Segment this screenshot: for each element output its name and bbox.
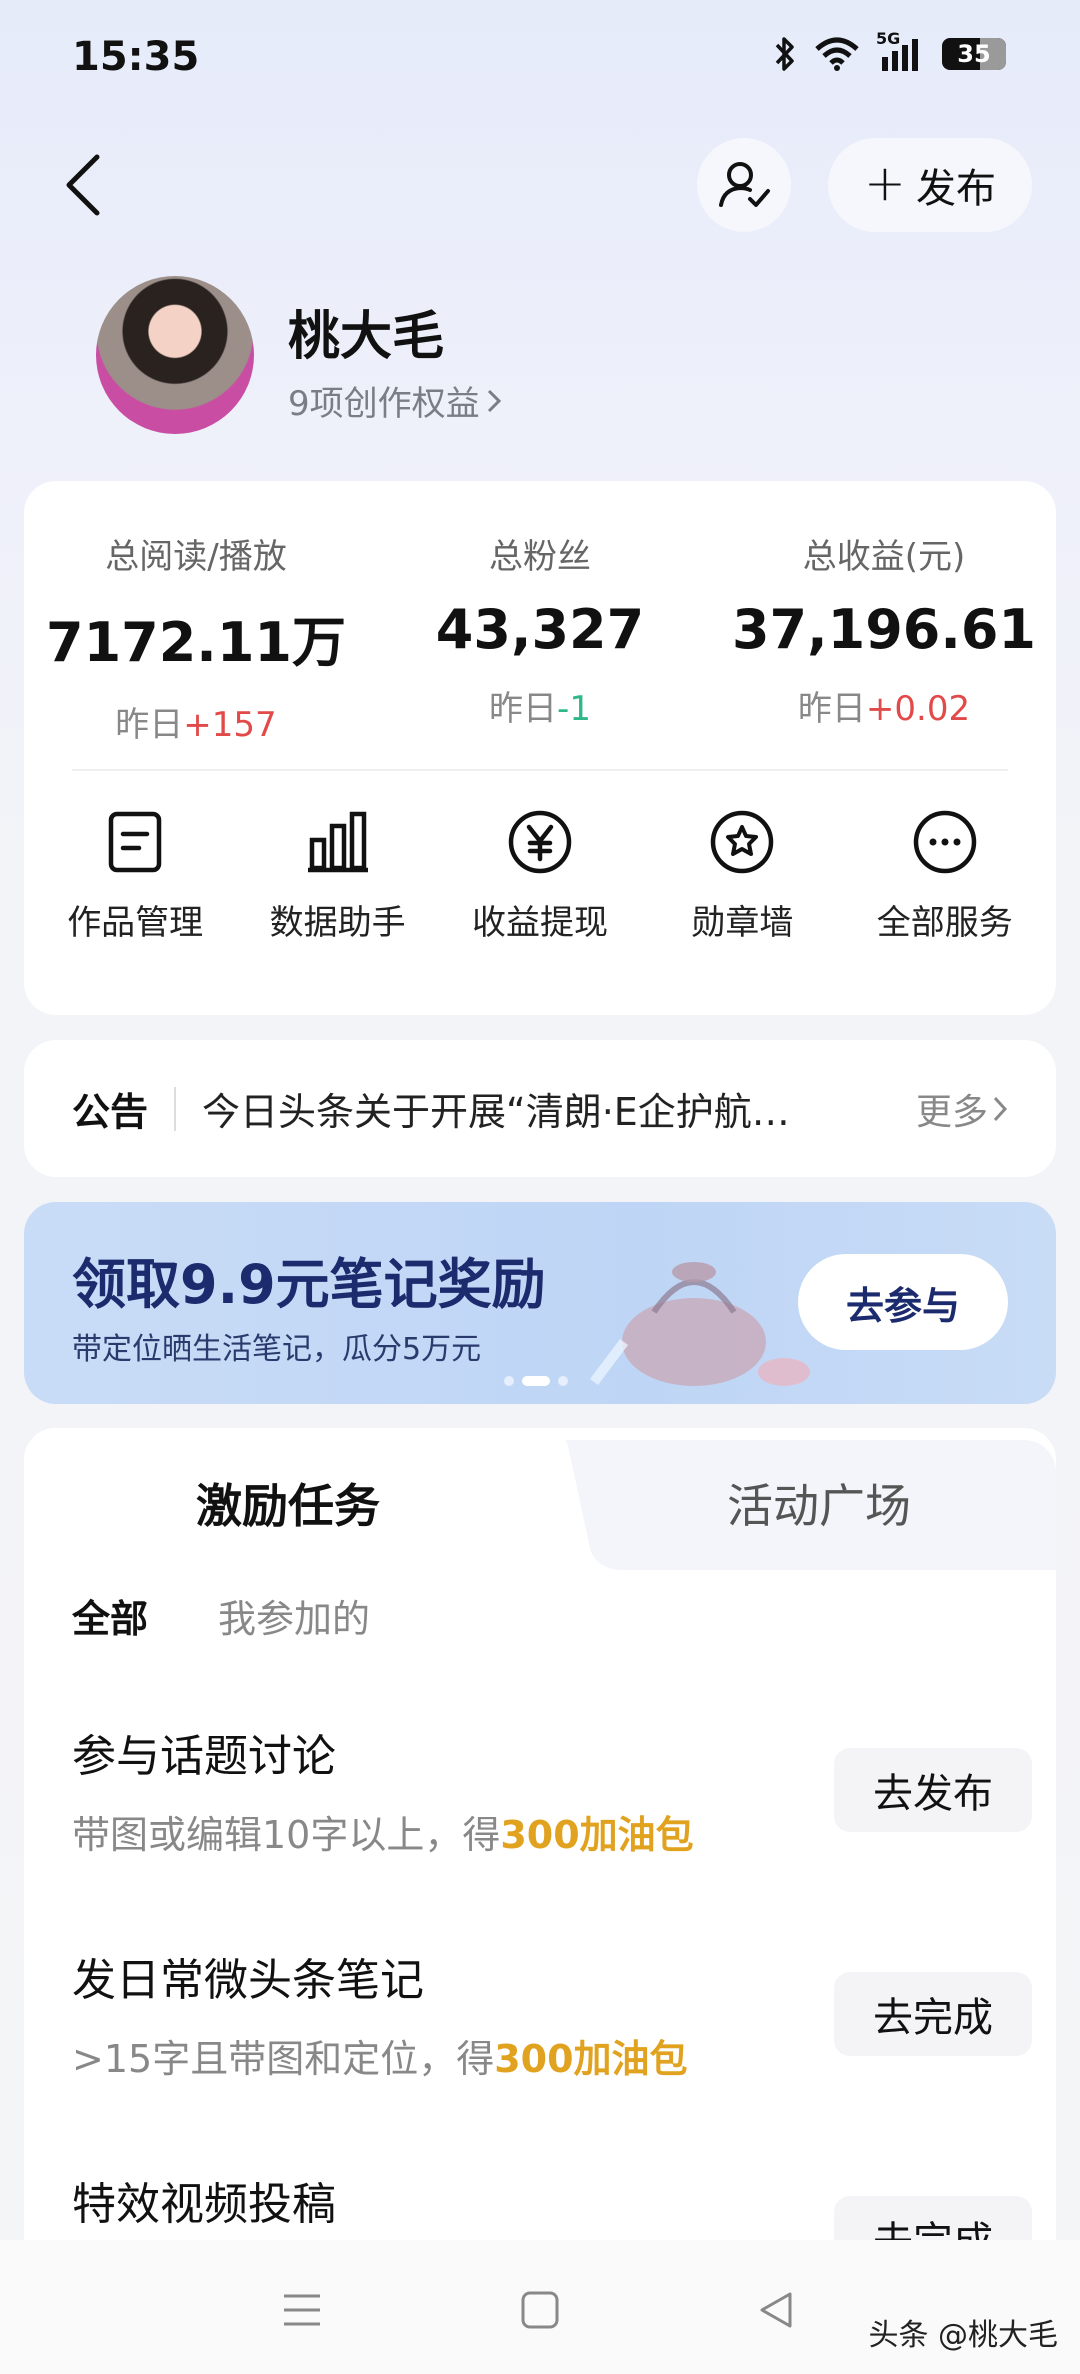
service-data-assistant[interactable]: 数据助手 [243, 807, 433, 944]
carousel-indicator [504, 1376, 568, 1386]
profile-name: 桃大毛 [288, 307, 445, 367]
user-check-icon [719, 162, 770, 207]
promo-banner[interactable]: 领取9.9元笔记奖励 带定位晒生活笔记，瓜分5万元 去参与 [24, 1202, 1056, 1404]
service-label: 数据助手 [269, 903, 406, 943]
announcement-more-link[interactable]: 更多 [916, 1083, 1008, 1135]
task-item: 发日常微头条笔记 >15字且带图和定位，得300加油包 去完成 [72, 1944, 1032, 2104]
battery-level: 35 [957, 40, 991, 68]
chevron-left-icon [66, 154, 100, 216]
yuan-icon [505, 807, 575, 877]
task-reward: 300加油包 [500, 1813, 694, 1857]
service-withdraw-earnings[interactable]: 收益提现 [445, 807, 635, 944]
more-icon [910, 807, 980, 877]
banner-subtitle: 带定位晒生活笔记，瓜分5万元 [72, 1332, 482, 1367]
carousel-dot [504, 1376, 514, 1386]
service-all-services[interactable]: 全部服务 [850, 807, 1040, 944]
creator-rights-label: 9项创作权益 [288, 384, 480, 424]
menu-nav-button[interactable] [272, 2280, 332, 2340]
service-works-management[interactable]: 作品管理 [40, 807, 230, 944]
battery-icon: 35 [942, 38, 1006, 70]
stats-card: 总阅读/播放 7172.11万 昨日+157 总粉丝 43,327 昨日-1 总… [24, 481, 1056, 1015]
avatar[interactable] [96, 276, 254, 434]
chevron-right-icon [487, 389, 501, 412]
network-type: 5G [876, 29, 901, 48]
creator-rights-link[interactable]: 9项创作权益 [288, 376, 502, 425]
stat-value: 43,327 [435, 598, 645, 661]
watermark: 头条 @桃大毛 [868, 2318, 1058, 2353]
carousel-dot [558, 1376, 568, 1386]
teapot-illustration-icon [590, 1262, 810, 1386]
badge-icon [707, 807, 777, 877]
triangle-back-icon [760, 2292, 792, 2328]
service-label: 全部服务 [876, 903, 1013, 943]
stat-delta: 昨日-1 [489, 689, 591, 729]
service-badge-wall[interactable]: 勋章墙 [647, 807, 837, 944]
stat-value: 37,196.61 [731, 598, 1037, 661]
stat-label: 总收益(元) [802, 537, 966, 577]
more-label: 更多 [915, 1091, 988, 1133]
announcement-bar[interactable]: 公告 今日头条关于开展“清朗·E企护航… 更多 [24, 1040, 1056, 1177]
task-reward: 300加油包 [494, 2037, 688, 2081]
tab-activity-plaza[interactable]: 活动广场 [727, 1470, 911, 1536]
tab-incentive-tasks[interactable]: 激励任务 [196, 1470, 380, 1536]
publish-label: 发布 [915, 166, 996, 212]
status-time: 15:35 [72, 34, 200, 80]
task-action-button[interactable]: 去发布 [834, 1748, 1032, 1832]
bar-chart-icon [303, 807, 373, 877]
filter-joined[interactable]: 我参加的 [218, 1588, 370, 1643]
divider [72, 769, 1008, 771]
menu-icon [284, 2294, 320, 2326]
divider [174, 1086, 177, 1131]
stat-total-fans[interactable]: 总粉丝 43,327 昨日-1 [368, 529, 712, 730]
square-icon [521, 2291, 559, 2329]
stat-delta: 昨日+157 [115, 705, 277, 745]
back-nav-button[interactable] [746, 2280, 806, 2340]
stat-total-earnings[interactable]: 总收益(元) 37,196.61 昨日+0.02 [712, 529, 1056, 730]
stat-value: 7172.11万 [46, 611, 346, 674]
task-action-button[interactable]: 去完成 [834, 1972, 1032, 2056]
stat-delta: 昨日+0.02 [797, 689, 971, 729]
task-item: 特效视频投稿 去完成 [72, 2168, 1032, 2248]
wifi-icon [814, 37, 860, 71]
status-icons: 5G 35 [774, 29, 1006, 72]
plus-icon: + [864, 154, 906, 212]
cellular-signal-icon: 5G [876, 29, 924, 71]
back-button[interactable] [48, 150, 118, 220]
announcement-text[interactable]: 今日头条关于开展“清朗·E企护航… [202, 1081, 842, 1136]
service-label: 作品管理 [67, 903, 204, 943]
join-button[interactable]: 去参与 [798, 1254, 1008, 1350]
stat-label: 总阅读/播放 [105, 537, 287, 577]
home-nav-button[interactable] [510, 2280, 570, 2340]
tasks-panel: 激励任务 活动广场 全部 我参加的 参与话题讨论 带图或编辑10字以上，得300… [24, 1428, 1056, 2248]
task-item: 参与话题讨论 带图或编辑10字以上，得300加油包 去发布 [72, 1720, 1032, 1880]
chevron-right-icon [993, 1096, 1008, 1121]
filter-all[interactable]: 全部 [72, 1588, 148, 1643]
services-row: 作品管理 数据助手 收益提现 勋章墙 全部服务 [24, 807, 1056, 944]
banner-title: 领取9.9元笔记奖励 [72, 1253, 546, 1316]
user-follow-button[interactable] [697, 138, 791, 232]
service-label: 勋章墙 [691, 903, 794, 943]
stat-label: 总粉丝 [489, 537, 591, 577]
announcement-title: 公告 [72, 1090, 149, 1134]
publish-button[interactable]: + 发布 [828, 138, 1032, 232]
service-label: 收益提现 [471, 903, 608, 943]
document-icon [100, 807, 170, 877]
bluetooth-icon [774, 36, 796, 72]
carousel-dot-active [522, 1376, 550, 1386]
status-bar: 15:35 5G 35 [0, 0, 1080, 120]
stat-total-reads[interactable]: 总阅读/播放 7172.11万 昨日+157 [24, 529, 368, 746]
